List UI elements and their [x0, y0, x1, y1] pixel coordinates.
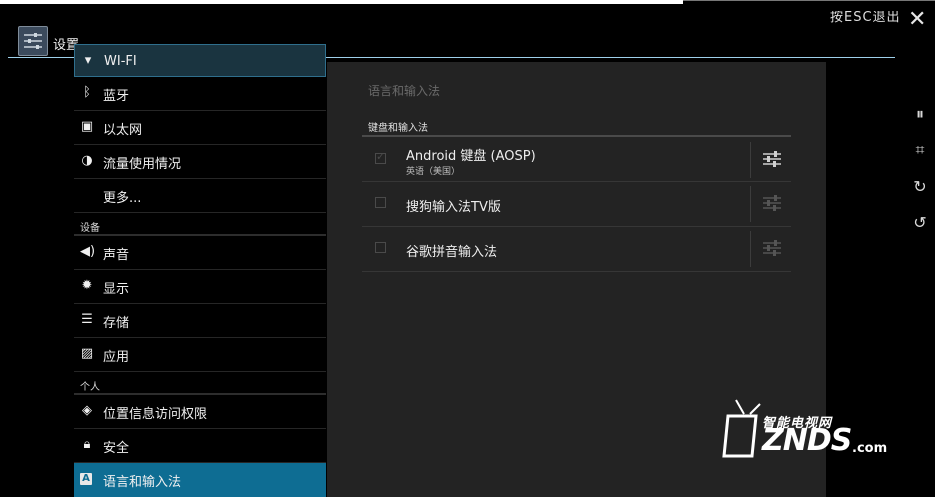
sidebar-item-security[interactable]: 🔒︎ 安全 [74, 429, 326, 463]
section-header-device: 设备 [80, 223, 100, 234]
input-method-row-google-pinyin[interactable]: 谷歌拼音输入法 [362, 227, 791, 272]
wifi-icon: ▾ [84, 53, 92, 68]
znds-watermark: 智能电视网 ZNDS .com [722, 398, 922, 497]
sidebar-item-more[interactable]: 更多... [74, 179, 326, 213]
input-method-name: 谷歌拼音输入法 [406, 245, 498, 260]
sidebar-item-label: 流量使用情况 [103, 157, 182, 172]
pause-icon[interactable]: ⏸︎ [910, 104, 930, 124]
settings-sliders-icon[interactable] [762, 239, 782, 257]
rotate-right-icon[interactable]: ↻ [910, 177, 930, 196]
rotate-left-icon[interactable]: ↺ [910, 213, 930, 232]
panel-title: 语言和输入法 [368, 84, 441, 98]
sidebar-item-data-usage[interactable]: ◑ 流量使用情况 [74, 145, 326, 179]
sidebar-item-label: 更多... [103, 191, 142, 206]
crop-icon[interactable]: ⌗ [910, 140, 930, 160]
display-icon: ✹ [81, 278, 93, 293]
settings-sidebar: ▾ WI-FI ᛒ 蓝牙 ▣ 以太网 ◑ 流量使用情况 更多... 设备 ◀) … [74, 44, 326, 497]
sidebar-item-label: WI-FI [104, 54, 137, 69]
sidebar-item-ethernet[interactable]: ▣ 以太网 [74, 111, 326, 145]
sidebar-item-label: 语言和输入法 [103, 475, 182, 490]
settings-sliders-icon[interactable] [762, 194, 782, 212]
sidebar-item-location[interactable]: ◈ 位置信息访问权限 [74, 395, 326, 429]
sidebar-item-label: 显示 [103, 282, 130, 297]
close-icon[interactable]: ✕ [908, 9, 926, 31]
sidebar-item-label: 安全 [103, 441, 130, 456]
input-method-checkbox[interactable] [375, 150, 386, 164]
sidebar-item-label: 以太网 [103, 123, 143, 138]
sound-icon: ◀) [80, 244, 96, 259]
watermark-brand: ZNDS [762, 423, 852, 458]
settings-app-icon[interactable] [18, 26, 48, 56]
language-icon: A [80, 473, 92, 485]
sidebar-item-label: 声音 [103, 248, 130, 263]
sidebar-item-label: 蓝牙 [103, 89, 130, 104]
category-divider [362, 135, 791, 137]
apps-icon: ▨ [80, 346, 94, 361]
location-icon: ◈ [82, 403, 92, 418]
sidebar-item-sound[interactable]: ◀) 声音 [74, 236, 326, 270]
data-usage-icon: ◑ [81, 153, 93, 168]
sidebar-item-bluetooth[interactable]: ᛒ 蓝牙 [74, 77, 326, 111]
input-method-name: 搜狗输入法TV版 [406, 200, 501, 215]
sidebar-item-display[interactable]: ✹ 显示 [74, 270, 326, 304]
sidebar-item-label: 应用 [103, 350, 130, 365]
category-header: 键盘和输入法 [368, 123, 428, 134]
input-method-checkbox[interactable] [375, 197, 386, 208]
ethernet-icon: ▣ [80, 119, 94, 134]
row-divider [750, 231, 751, 267]
row-divider [750, 186, 751, 222]
sidebar-item-language[interactable]: A 语言和输入法 [74, 463, 326, 497]
sidebar-item-apps[interactable]: ▨ 应用 [74, 338, 326, 372]
input-method-checkbox[interactable] [375, 242, 386, 253]
storage-icon: ☰ [81, 312, 93, 327]
tv-logo-icon [722, 399, 761, 458]
input-method-row-sogou[interactable]: 搜狗输入法TV版 [362, 182, 791, 227]
lock-icon: 🔒︎ [83, 437, 91, 452]
section-header-personal: 个人 [80, 382, 100, 393]
input-method-row-aosp[interactable]: Android 键盘 (AOSP) 英语（美国） [362, 138, 791, 182]
input-method-subtitle: 英语（美国） [406, 167, 461, 177]
bluetooth-icon: ᛒ [83, 85, 91, 100]
sidebar-item-wifi[interactable]: ▾ WI-FI [74, 44, 326, 77]
row-divider [750, 142, 751, 178]
input-method-name: Android 键盘 (AOSP) [406, 149, 536, 164]
sidebar-item-label: 存储 [103, 316, 130, 331]
sidebar-item-label: 位置信息访问权限 [103, 407, 208, 422]
watermark-suffix: .com [852, 441, 888, 456]
sidebar-item-storage[interactable]: ☰ 存储 [74, 304, 326, 338]
settings-sliders-icon[interactable] [762, 150, 782, 168]
